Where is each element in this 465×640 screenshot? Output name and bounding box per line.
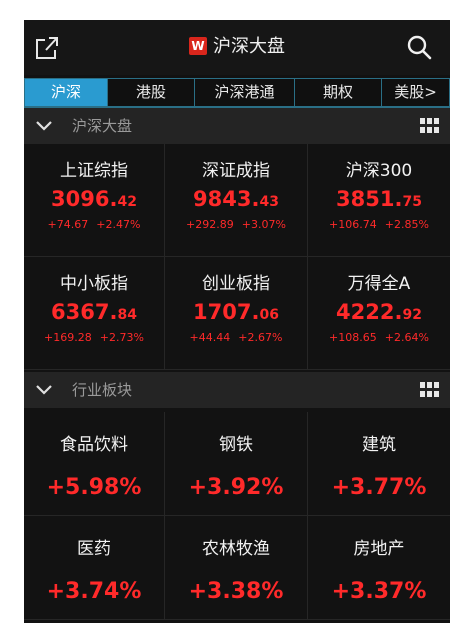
top-bar: W 沪深大盘 <box>24 20 450 75</box>
index-value: 9843.43 <box>193 187 279 211</box>
index-name: 深证成指 <box>202 161 270 181</box>
search-icon[interactable] <box>406 34 432 60</box>
section-title: 沪深大盘 <box>72 117 133 135</box>
sector-change: +3.92% <box>188 475 284 500</box>
tab-hk-stocks[interactable]: 港股 <box>108 78 195 107</box>
sector-change: +3.37% <box>331 579 427 604</box>
index-change: +108.65 +2.64% <box>329 331 429 344</box>
index-name: 中小板指 <box>60 274 128 294</box>
page-title: 沪深大盘 <box>213 36 285 57</box>
industry-grid: 食品饮料 +5.98% 钢铁 +3.92% 建筑 +3.77% 医药 +3.74… <box>24 412 450 620</box>
sector-change: +3.74% <box>46 579 142 604</box>
chevron-down-icon <box>36 385 52 395</box>
index-change: +74.67 +2.47% <box>47 218 141 231</box>
sector-name: 医药 <box>77 539 111 559</box>
section-title: 行业板块 <box>72 381 133 399</box>
index-value: 3096.42 <box>51 187 137 211</box>
index-value: 6367.84 <box>51 300 137 324</box>
sector-name: 农林牧渔 <box>202 539 270 559</box>
sector-card-construction[interactable]: 建筑 +3.77% <box>308 412 450 516</box>
tab-hushen[interactable]: 沪深 <box>24 78 108 107</box>
sector-card-agriculture[interactable]: 农林牧渔 +3.38% <box>165 516 308 620</box>
sector-name: 房地产 <box>353 539 405 559</box>
chevron-down-icon <box>36 121 52 131</box>
index-card-sse-composite[interactable]: 上证综指 3096.42 +74.67 +2.47% <box>24 144 165 257</box>
index-value: 3851.75 <box>336 187 422 211</box>
sector-change: +5.98% <box>46 475 142 500</box>
index-change: +106.74 +2.85% <box>329 218 429 231</box>
index-name: 万得全A <box>347 274 411 294</box>
market-tabs: 沪深 港股 沪深港通 期权 美股> <box>24 78 450 108</box>
index-card-csi300[interactable]: 沪深300 3851.75 +106.74 +2.85% <box>308 144 450 257</box>
sector-name: 食品饮料 <box>60 435 128 455</box>
tab-us-stocks[interactable]: 美股> <box>382 78 450 107</box>
tab-stock-connect[interactable]: 沪深港通 <box>195 78 295 107</box>
sector-card-food-beverage[interactable]: 食品饮料 +5.98% <box>24 412 165 516</box>
index-change: +169.28 +2.73% <box>44 331 144 344</box>
page-title-wrap: W 沪深大盘 <box>24 35 450 59</box>
index-change: +292.89 +3.07% <box>186 218 286 231</box>
index-card-szse-component[interactable]: 深证成指 9843.43 +292.89 +3.07% <box>165 144 308 257</box>
sector-name: 钢铁 <box>219 435 253 455</box>
sector-change: +3.77% <box>331 475 427 500</box>
sector-card-pharma[interactable]: 医药 +3.74% <box>24 516 165 620</box>
index-value: 1707.06 <box>193 300 279 324</box>
index-change: +44.44 +2.67% <box>189 331 283 344</box>
index-card-wind-all-a[interactable]: 万得全A 4222.92 +108.65 +2.64% <box>308 257 450 370</box>
app-screen: W 沪深大盘 沪深 港股 沪深港通 期权 美股> 沪深大盘 上证综指 3096.4… <box>24 20 450 623</box>
index-name: 沪深300 <box>345 161 413 181</box>
industry-section-header[interactable]: 行业板块 <box>24 372 450 408</box>
index-name: 创业板指 <box>202 274 270 294</box>
sector-card-steel[interactable]: 钢铁 +3.92% <box>165 412 308 516</box>
tab-options[interactable]: 期权 <box>295 78 382 107</box>
sector-name: 建筑 <box>362 435 396 455</box>
grid-view-icon[interactable] <box>420 118 440 134</box>
grid-view-icon[interactable] <box>420 382 440 398</box>
wind-logo-icon: W <box>189 37 207 55</box>
sector-card-real-estate[interactable]: 房地产 +3.37% <box>308 516 450 620</box>
index-card-chinext[interactable]: 创业板指 1707.06 +44.44 +2.67% <box>165 257 308 370</box>
index-card-sme-board[interactable]: 中小板指 6367.84 +169.28 +2.73% <box>24 257 165 370</box>
sector-change: +3.38% <box>188 579 284 604</box>
index-name: 上证综指 <box>60 161 128 181</box>
index-value: 4222.92 <box>336 300 422 324</box>
index-grid: 上证综指 3096.42 +74.67 +2.47% 深证成指 9843.43 +… <box>24 144 450 370</box>
market-section-header[interactable]: 沪深大盘 <box>24 108 450 144</box>
